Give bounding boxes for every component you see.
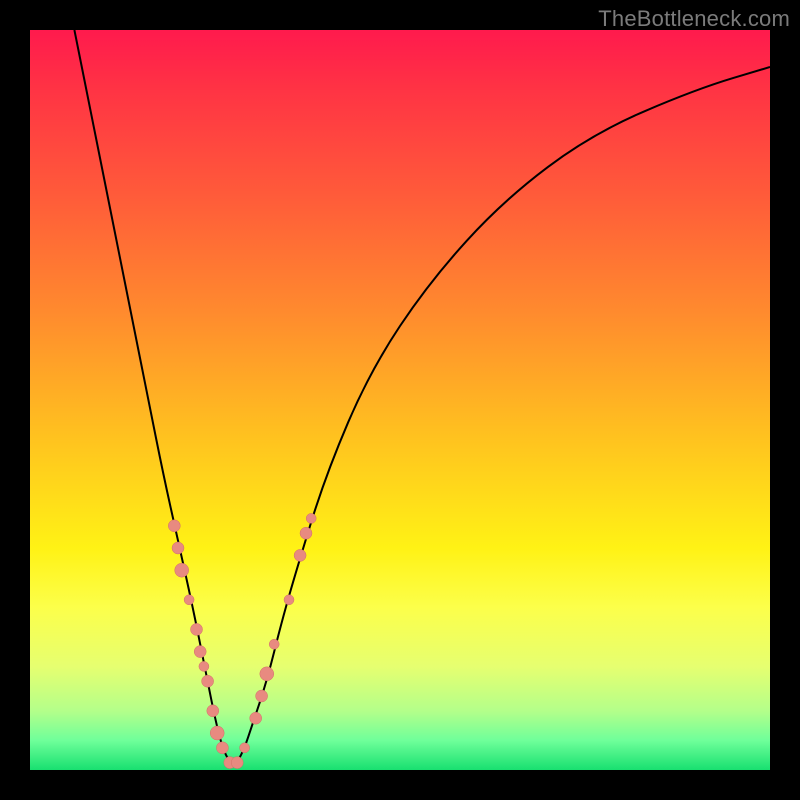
curve-marker — [194, 646, 206, 658]
curve-marker — [231, 757, 243, 769]
curve-marker — [199, 661, 209, 671]
curve-marker — [306, 513, 316, 523]
plot-area — [30, 30, 770, 770]
curve-markers — [168, 513, 316, 768]
curve-marker — [175, 563, 189, 577]
curve-marker — [260, 667, 274, 681]
bottleneck-curve — [74, 30, 770, 763]
curve-marker — [207, 705, 219, 717]
curve-overlay — [30, 30, 770, 770]
curve-marker — [240, 743, 250, 753]
curve-marker — [210, 726, 224, 740]
watermark-text: TheBottleneck.com — [598, 6, 790, 32]
curve-marker — [184, 595, 194, 605]
curve-marker — [191, 623, 203, 635]
curve-marker — [256, 690, 268, 702]
curve-marker — [168, 520, 180, 532]
curve-marker — [250, 712, 262, 724]
curve-marker — [216, 742, 228, 754]
chart-frame: TheBottleneck.com — [0, 0, 800, 800]
curve-marker — [284, 595, 294, 605]
curve-marker — [300, 527, 312, 539]
curve-marker — [172, 542, 184, 554]
curve-marker — [269, 639, 279, 649]
curve-marker — [294, 549, 306, 561]
curve-marker — [202, 675, 214, 687]
